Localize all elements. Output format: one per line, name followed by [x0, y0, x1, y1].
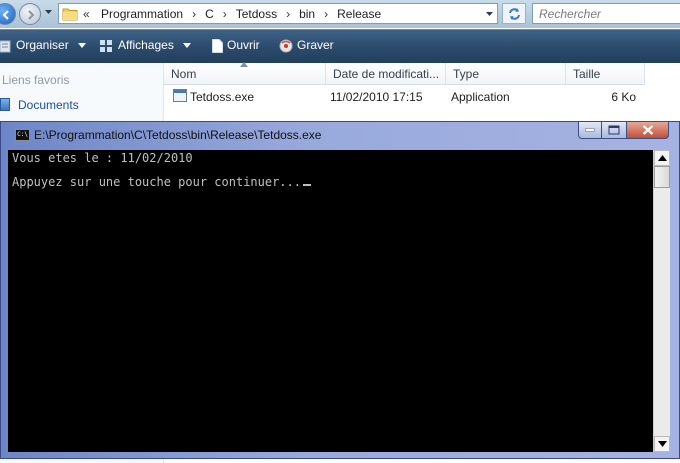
- views-icon: [100, 39, 112, 52]
- column-header-name[interactable]: Nom: [164, 62, 326, 85]
- scroll-up-button[interactable]: [654, 150, 670, 166]
- breadcrumb: « Programmation › C › Tetdoss › bin › Release: [83, 7, 381, 21]
- minimize-icon: [585, 128, 595, 132]
- views-dropdown-icon: [183, 43, 192, 49]
- breadcrumb-overflow[interactable]: «: [83, 7, 90, 21]
- console-output[interactable]: Vous etes le : 11/02/2010 Appuyez sur un…: [8, 150, 653, 452]
- documents-icon: [0, 98, 10, 111]
- address-box[interactable]: « Programmation › C › Tetdoss › bin › Release: [58, 3, 498, 24]
- back-button[interactable]: [0, 3, 16, 25]
- address-dropdown-icon[interactable]: [485, 11, 494, 17]
- minimize-button[interactable]: [578, 122, 602, 139]
- address-bar-row: « Programmation › C › Tetdoss › bin › Release Re…: [0, 0, 680, 28]
- column-header-size-label: Taille: [573, 67, 601, 81]
- console-prompt-line: Appuyez sur une touche pour continuer...: [12, 175, 311, 189]
- console-window[interactable]: C:\ E:\Programmation\C\Tetdoss\bin\Relea…: [0, 121, 680, 459]
- vertical-scrollbar[interactable]: [653, 150, 670, 452]
- breadcrumb-programmation[interactable]: Programmation: [101, 7, 183, 21]
- command-toolbar: Organiser Affichages Ouvrir Graver: [0, 29, 680, 63]
- nav-link-documents[interactable]: Documents: [18, 98, 79, 112]
- favorite-links-header: Liens favoris: [2, 73, 70, 87]
- views-label: Affichages: [118, 38, 174, 52]
- forward-button[interactable]: [19, 3, 41, 25]
- table-row[interactable]: Tetdoss.exe 11/02/2010 17:15 Application…: [164, 87, 680, 107]
- column-header-date-label: Date de modificati...: [333, 67, 440, 81]
- console-icon[interactable]: C:\: [15, 129, 30, 141]
- views-button[interactable]: Affichages: [100, 38, 192, 52]
- recent-pages-dropdown-icon[interactable]: [44, 9, 53, 15]
- organize-label: Organiser: [16, 38, 69, 52]
- forward-arrow-icon: [28, 10, 35, 20]
- organize-dropdown-icon: [78, 43, 87, 49]
- breadcrumb-separator-icon[interactable]: ›: [324, 7, 328, 21]
- disc-burn-icon: [279, 39, 293, 53]
- breadcrumb-bin[interactable]: bin: [299, 7, 315, 21]
- refresh-button[interactable]: [502, 3, 526, 24]
- column-header-type-label: Type: [453, 67, 480, 81]
- folder-icon: [62, 8, 78, 21]
- scroll-down-arrow-icon: [658, 441, 667, 447]
- burn-button[interactable]: Graver: [279, 38, 334, 53]
- close-button[interactable]: [626, 122, 669, 139]
- breadcrumb-tetdoss[interactable]: Tetdoss: [236, 7, 277, 21]
- breadcrumb-separator-icon[interactable]: ›: [192, 7, 196, 21]
- console-line: Vous etes le : 11/02/2010: [12, 151, 193, 165]
- open-button[interactable]: Ouvrir: [212, 38, 260, 53]
- back-arrow-icon: [2, 10, 9, 20]
- burn-label: Graver: [297, 38, 334, 52]
- breadcrumb-c[interactable]: C: [205, 7, 214, 21]
- search-input[interactable]: Rechercher: [532, 3, 680, 24]
- file-type: Application: [451, 90, 510, 104]
- breadcrumb-separator-icon[interactable]: ›: [223, 7, 227, 21]
- column-header-size[interactable]: Taille: [566, 63, 645, 85]
- exe-file-icon: [173, 89, 187, 102]
- console-title: E:\Programmation\C\Tetdoss\bin\Release\T…: [34, 128, 322, 142]
- file-size: 6 Ko: [611, 90, 636, 104]
- document-icon: [212, 38, 223, 53]
- column-header-name-label: Nom: [171, 67, 197, 81]
- text-cursor: [302, 184, 311, 186]
- organize-button[interactable]: Organiser: [0, 38, 87, 53]
- file-date: 11/02/2010 17:15: [330, 90, 423, 104]
- scrollbar-thumb[interactable]: [654, 166, 670, 188]
- close-icon: [642, 125, 653, 135]
- organize-icon: [0, 40, 11, 53]
- scroll-up-arrow-icon: [658, 155, 667, 161]
- sort-ascending-icon: [240, 62, 248, 67]
- console-line: Appuyez sur une touche pour continuer...: [12, 175, 301, 189]
- maximize-button[interactable]: [601, 122, 627, 139]
- refresh-icon: [509, 8, 520, 20]
- column-header-type[interactable]: Type: [446, 63, 566, 85]
- column-header-date[interactable]: Date de modificati...: [326, 63, 446, 85]
- breadcrumb-release[interactable]: Release: [337, 7, 381, 21]
- file-name: Tetdoss.exe: [190, 90, 255, 104]
- open-label: Ouvrir: [227, 38, 260, 52]
- maximize-icon: [608, 125, 620, 135]
- search-placeholder: Rechercher: [539, 7, 602, 21]
- breadcrumb-separator-icon[interactable]: ›: [286, 7, 290, 21]
- scroll-down-button[interactable]: [654, 436, 670, 452]
